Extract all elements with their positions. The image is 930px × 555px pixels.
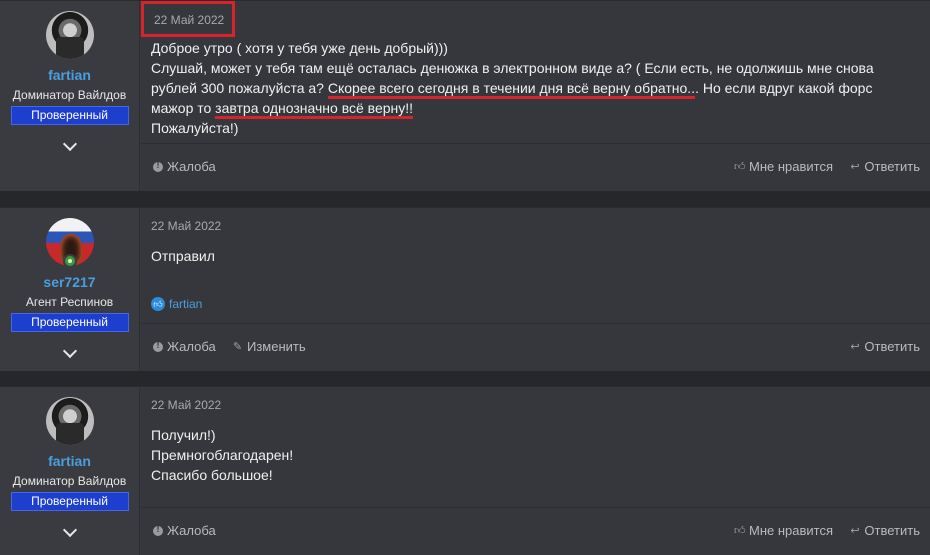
reply-label: Ответить — [864, 523, 920, 538]
report-button[interactable]: Жалоба — [153, 159, 216, 174]
reply-icon: ↩ — [850, 161, 860, 173]
reply-label: Ответить — [864, 159, 920, 174]
avatar[interactable] — [45, 397, 94, 445]
post-body: Доброе утро ( хотя у тебя уже день добры… — [151, 38, 916, 138]
like-button[interactable]: 👍︎ Мне нравится — [734, 159, 833, 174]
post: ser7217 Агент Респинов Проверенный 22 Ма… — [0, 207, 930, 371]
post-line: Слушай, может у тебя там ещё осталась де… — [151, 60, 874, 76]
post-line: Отправил — [151, 248, 215, 264]
reply-button[interactable]: ↩ Ответить — [849, 523, 920, 538]
chevron-down-icon[interactable] — [63, 346, 77, 360]
post-line: Получил!) — [151, 427, 216, 443]
reactions-bar[interactable]: 👍︎ fartian — [151, 297, 202, 311]
reply-icon: ↩ — [850, 525, 860, 537]
username[interactable]: fartian — [0, 453, 139, 469]
report-label: Жалоба — [167, 523, 216, 538]
post-text: мажор то — [151, 100, 216, 116]
report-label: Жалоба — [167, 339, 216, 354]
username[interactable]: fartian — [0, 67, 139, 83]
report-icon — [153, 524, 163, 536]
reply-button[interactable]: ↩ Ответить — [849, 159, 920, 174]
post-body: Отправил — [151, 246, 916, 266]
like-label: Мне нравится — [748, 159, 833, 174]
reply-button[interactable]: ↩ Ответить — [849, 339, 920, 354]
report-button[interactable]: Жалоба — [153, 523, 216, 538]
post-footer: Жалоба ✎ Изменить ↩ Ответить — [141, 323, 930, 371]
post-body: Получил!) Премногоблагодарен! Спасибо бо… — [151, 425, 916, 485]
liked-by-user[interactable]: fartian — [169, 297, 202, 311]
post: fartian Доминатор Вайлдов Проверенный 22… — [0, 0, 930, 191]
avatar[interactable] — [45, 11, 94, 59]
post-line: мажор то завтра однозначно всё верну!! — [151, 98, 916, 119]
post-main: 22 Май 2022 Получил!) Премногоблагодарен… — [141, 387, 930, 555]
edit-button[interactable]: ✎ Изменить — [232, 339, 306, 354]
post-date[interactable]: 22 Май 2022 — [141, 1, 236, 37]
underlined-text: завтра однозначно всё верну!! — [215, 100, 414, 119]
chevron-down-icon[interactable] — [63, 139, 77, 153]
user-panel: ser7217 Агент Респинов Проверенный — [0, 208, 140, 371]
report-button[interactable]: Жалоба — [153, 339, 216, 354]
post-line: Пожалуйста!) — [151, 120, 239, 136]
username[interactable]: ser7217 — [0, 274, 139, 290]
report-icon — [153, 160, 163, 172]
online-status-icon — [63, 254, 77, 268]
user-title: Доминатор Вайлдов — [12, 88, 127, 102]
user-title: Агент Респинов — [25, 295, 114, 309]
post-date[interactable]: 22 Май 2022 — [151, 398, 221, 412]
post-text: . Но если вдруг какой форс — [695, 80, 873, 96]
thumbs-up-icon: 👍︎ — [733, 525, 746, 537]
user-title: Доминатор Вайлдов — [12, 474, 127, 488]
post-text: рублей 300 пожалуйста а? — [151, 80, 328, 96]
user-panel: fartian Доминатор Вайлдов Проверенный — [0, 387, 140, 555]
underlined-text: Скорее всего сегодня в течении дня всё в… — [327, 80, 696, 99]
verified-badge: Проверенный — [10, 492, 129, 511]
report-label: Жалоба — [167, 159, 216, 174]
post-main: 22 Май 2022 Отправил 👍︎ fartian Жалоба ✎… — [141, 208, 930, 371]
like-label: Мне нравится — [748, 523, 833, 538]
user-panel: fartian Доминатор Вайлдов Проверенный — [0, 1, 140, 191]
report-icon — [153, 340, 163, 352]
thumbs-up-icon: 👍︎ — [733, 161, 746, 173]
post-line: Премногоблагодарен! — [151, 447, 294, 463]
like-button[interactable]: 👍︎ Мне нравится — [734, 523, 833, 538]
post-footer: Жалоба 👍︎Мне нравится ↩ Ответить — [141, 507, 930, 555]
post-line: рублей 300 пожалуйста а? Скорее всего се… — [151, 78, 916, 99]
post: fartian Доминатор Вайлдов Проверенный 22… — [0, 386, 930, 555]
verified-badge: Проверенный — [10, 106, 129, 125]
post-footer: Жалоба 👍︎Мне нравится ↩ Ответить — [141, 143, 930, 191]
post-main: 22 Май 2022 Доброе утро ( хотя у тебя уж… — [141, 1, 930, 191]
post-date[interactable]: 22 Май 2022 — [151, 219, 221, 233]
verified-badge: Проверенный — [10, 313, 129, 332]
edit-label: Изменить — [247, 339, 306, 354]
pencil-icon: ✎ — [232, 341, 243, 353]
reply-icon: ↩ — [850, 341, 860, 353]
chevron-down-icon[interactable] — [63, 525, 77, 539]
post-line: Спасибо большое! — [151, 467, 273, 483]
post-line: Доброе утро ( хотя у тебя уже день добры… — [151, 40, 448, 56]
reply-label: Ответить — [864, 339, 920, 354]
like-reaction-icon: 👍︎ — [151, 297, 165, 311]
